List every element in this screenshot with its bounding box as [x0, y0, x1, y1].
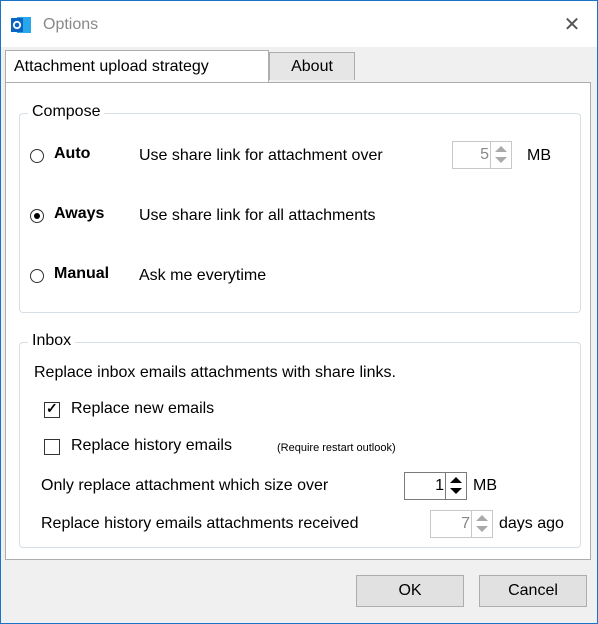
inbox-legend: Inbox — [28, 332, 76, 350]
inbox-intro-text: Replace inbox emails attachments with sh… — [34, 364, 396, 381]
auto-size-value: 5 — [480, 146, 489, 163]
tab-strip: Attachment upload strategy About — [1, 47, 597, 83]
auto-label[interactable]: Auto — [54, 145, 90, 163]
restart-note: (Require restart outlook) — [277, 442, 396, 454]
size-over-value: 1 — [435, 477, 444, 494]
compose-group: Compose Auto Use share link for attachme… — [19, 103, 581, 313]
aways-label[interactable]: Aways — [54, 205, 104, 223]
auto-size-unit: MB — [527, 147, 551, 164]
stepper-arrows[interactable] — [471, 511, 492, 537]
history-days-label: Replace history emails attachments recei… — [41, 515, 359, 532]
close-icon: ✕ — [563, 14, 581, 36]
arrow-down-icon[interactable] — [476, 526, 488, 532]
history-days-unit: days ago — [499, 515, 564, 532]
stepper-arrows[interactable] — [445, 473, 466, 499]
history-days-value: 7 — [461, 515, 470, 532]
manual-label[interactable]: Manual — [54, 265, 109, 283]
auto-description: Use share link for attachment over — [139, 147, 383, 164]
replace-new-label[interactable]: Replace new emails — [71, 400, 214, 418]
outlook-icon — [11, 17, 31, 33]
aways-radio[interactable] — [30, 209, 44, 223]
arrow-up-icon[interactable] — [495, 146, 507, 152]
auto-size-stepper[interactable]: 5 — [452, 141, 512, 169]
arrow-up-icon[interactable] — [450, 477, 462, 483]
checkmark-icon: ✓ — [46, 400, 58, 416]
stepper-arrows[interactable] — [490, 142, 511, 168]
size-over-label: Only replace attachment which size over — [41, 477, 329, 494]
tab-about[interactable]: About — [269, 52, 355, 80]
options-dialog: Options ✕ Attachment upload strategy Abo… — [0, 0, 598, 624]
close-button[interactable]: ✕ — [557, 11, 587, 39]
history-days-stepper[interactable]: 7 — [430, 510, 493, 538]
tab-panel: Compose Auto Use share link for attachme… — [5, 82, 591, 560]
cancel-button[interactable]: Cancel — [479, 575, 587, 607]
replace-new-checkbox[interactable]: ✓ — [44, 400, 60, 418]
arrow-up-icon[interactable] — [476, 515, 488, 521]
manual-radio[interactable] — [30, 269, 44, 283]
size-over-stepper[interactable]: 1 — [404, 472, 467, 500]
manual-description: Ask me everytime — [139, 267, 267, 284]
auto-radio[interactable] — [30, 149, 44, 163]
ok-button[interactable]: OK — [356, 575, 464, 607]
tab-attachment-upload-strategy[interactable]: Attachment upload strategy — [5, 50, 269, 82]
size-over-unit: MB — [473, 477, 497, 494]
title-bar: Options ✕ — [1, 1, 597, 47]
inbox-group: Inbox Replace inbox emails attachments w… — [19, 332, 581, 548]
aways-description: Use share link for all attachments — [139, 207, 376, 224]
compose-legend: Compose — [28, 103, 105, 121]
arrow-down-icon[interactable] — [495, 157, 507, 163]
dialog-title: Options — [43, 16, 99, 33]
replace-history-checkbox[interactable] — [44, 439, 60, 455]
arrow-down-icon[interactable] — [450, 488, 462, 494]
replace-history-label[interactable]: Replace history emails — [71, 437, 232, 455]
